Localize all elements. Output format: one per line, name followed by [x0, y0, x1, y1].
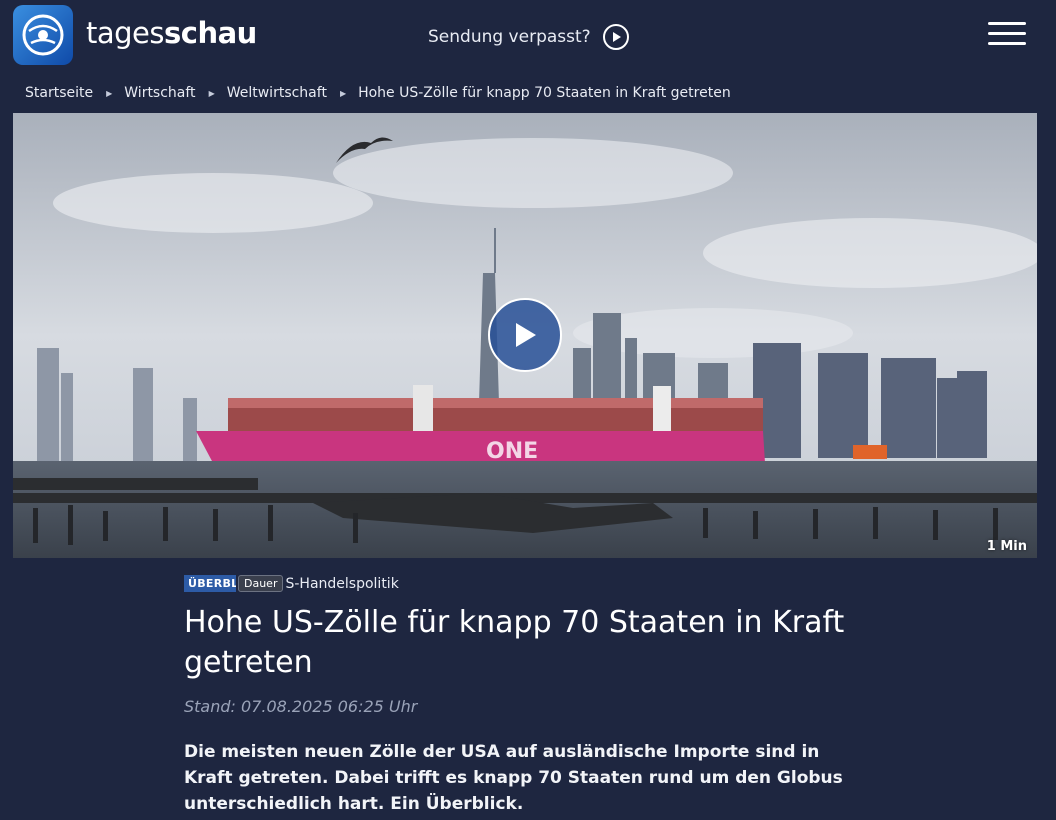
breadcrumb-home[interactable]: Startseite	[25, 85, 93, 101]
article-headline: Hohe US-Zölle für knapp 70 Staaten in Kr…	[184, 605, 845, 680]
breadcrumb-separator-icon: ▶	[339, 88, 347, 98]
tagesschau-logo[interactable]	[13, 5, 73, 65]
play-icon	[516, 323, 536, 347]
missed-label: Sendung verpasst?	[428, 27, 591, 47]
brand-part2: schau	[164, 16, 257, 50]
breadcrumb-weltwirtschaft[interactable]: Weltwirtschaft	[227, 85, 327, 101]
breadcrumb-wirtschaft[interactable]: Wirtschaft	[124, 85, 195, 101]
breadcrumb-separator-icon: ▶	[106, 88, 113, 98]
topline-text: S-Handelspolitik	[285, 575, 399, 592]
site-header: tagesschau Sendung verpasst?	[0, 0, 1056, 70]
brand-wordmark[interactable]: tagesschau	[86, 16, 257, 50]
hero-video[interactable]: ONE 1 Min	[13, 113, 1037, 558]
missed-broadcast-link[interactable]: Sendung verpasst?	[428, 24, 629, 50]
video-play-button[interactable]	[488, 298, 562, 372]
duration-badge: Dauer	[238, 575, 284, 592]
ueberblick-tag: ÜBERBLICK	[184, 575, 236, 592]
breadcrumb: Startseite ▶ Wirtschaft ▶ Weltwirtschaft…	[25, 85, 731, 101]
breadcrumb-separator-icon: ▶	[208, 88, 215, 98]
article-teaser: Die meisten neuen Zölle der USA auf ausl…	[184, 742, 843, 814]
breadcrumb-current: Hohe US-Zölle für knapp 70 Staaten in Kr…	[358, 85, 731, 101]
article-dateline: Stand: 07.08.2025 06:25 Uhr	[184, 697, 418, 716]
brand-part1: tages	[86, 16, 165, 50]
ship-lettering: ONE	[486, 439, 538, 464]
globe-icon	[22, 14, 64, 56]
article-topline: ÜBERBLICK Dauer S-Handelspolitik	[184, 575, 399, 592]
play-icon	[602, 24, 629, 50]
video-duration: 1 Min	[986, 539, 1027, 554]
hamburger-menu-icon[interactable]	[988, 22, 1026, 48]
